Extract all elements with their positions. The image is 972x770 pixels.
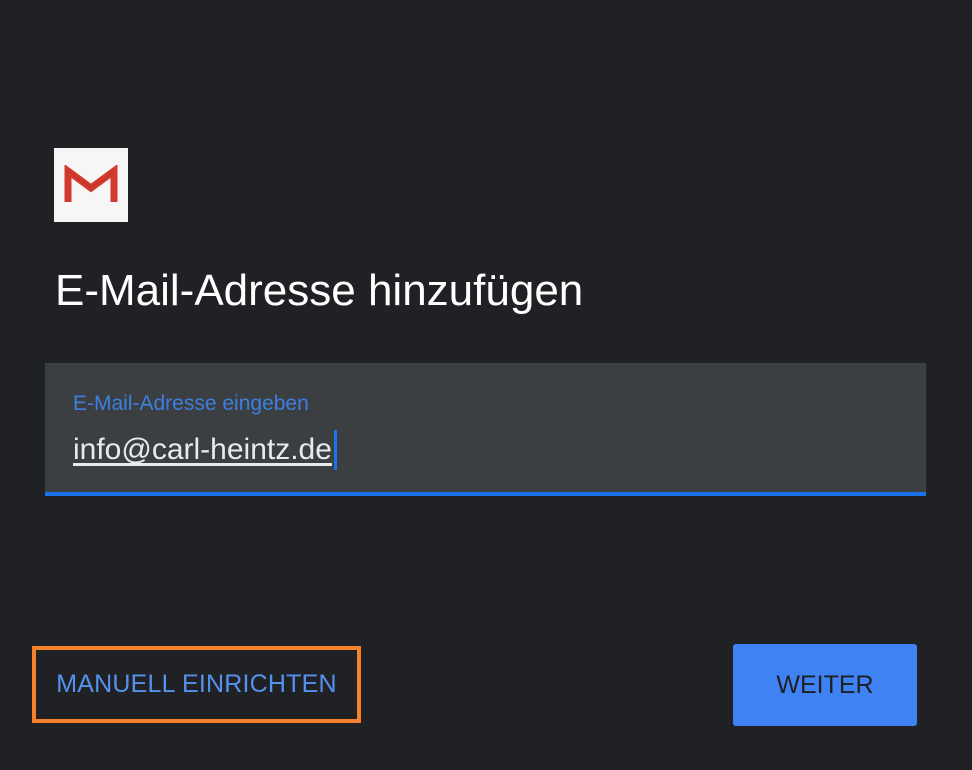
email-input-value: info@carl-heintz.de	[73, 433, 332, 466]
manual-setup-button[interactable]: MANUELL EINRICHTEN	[56, 670, 337, 699]
text-caret	[333, 430, 337, 470]
manual-setup-highlight: MANUELL EINRICHTEN	[32, 646, 361, 723]
page-title: E-Mail-Adresse hinzufügen	[55, 266, 584, 315]
email-input[interactable]: info@carl-heintz.de	[73, 429, 337, 471]
next-button[interactable]: WEITER	[733, 644, 917, 726]
add-email-screen: E-Mail-Adresse hinzufügen E-Mail-Adresse…	[0, 0, 972, 770]
gmail-logo-icon	[54, 148, 128, 222]
email-field-label: E-Mail-Adresse eingeben	[73, 392, 309, 415]
gmail-m-icon	[64, 165, 118, 202]
email-field[interactable]: E-Mail-Adresse eingeben info@carl-heintz…	[45, 363, 926, 496]
